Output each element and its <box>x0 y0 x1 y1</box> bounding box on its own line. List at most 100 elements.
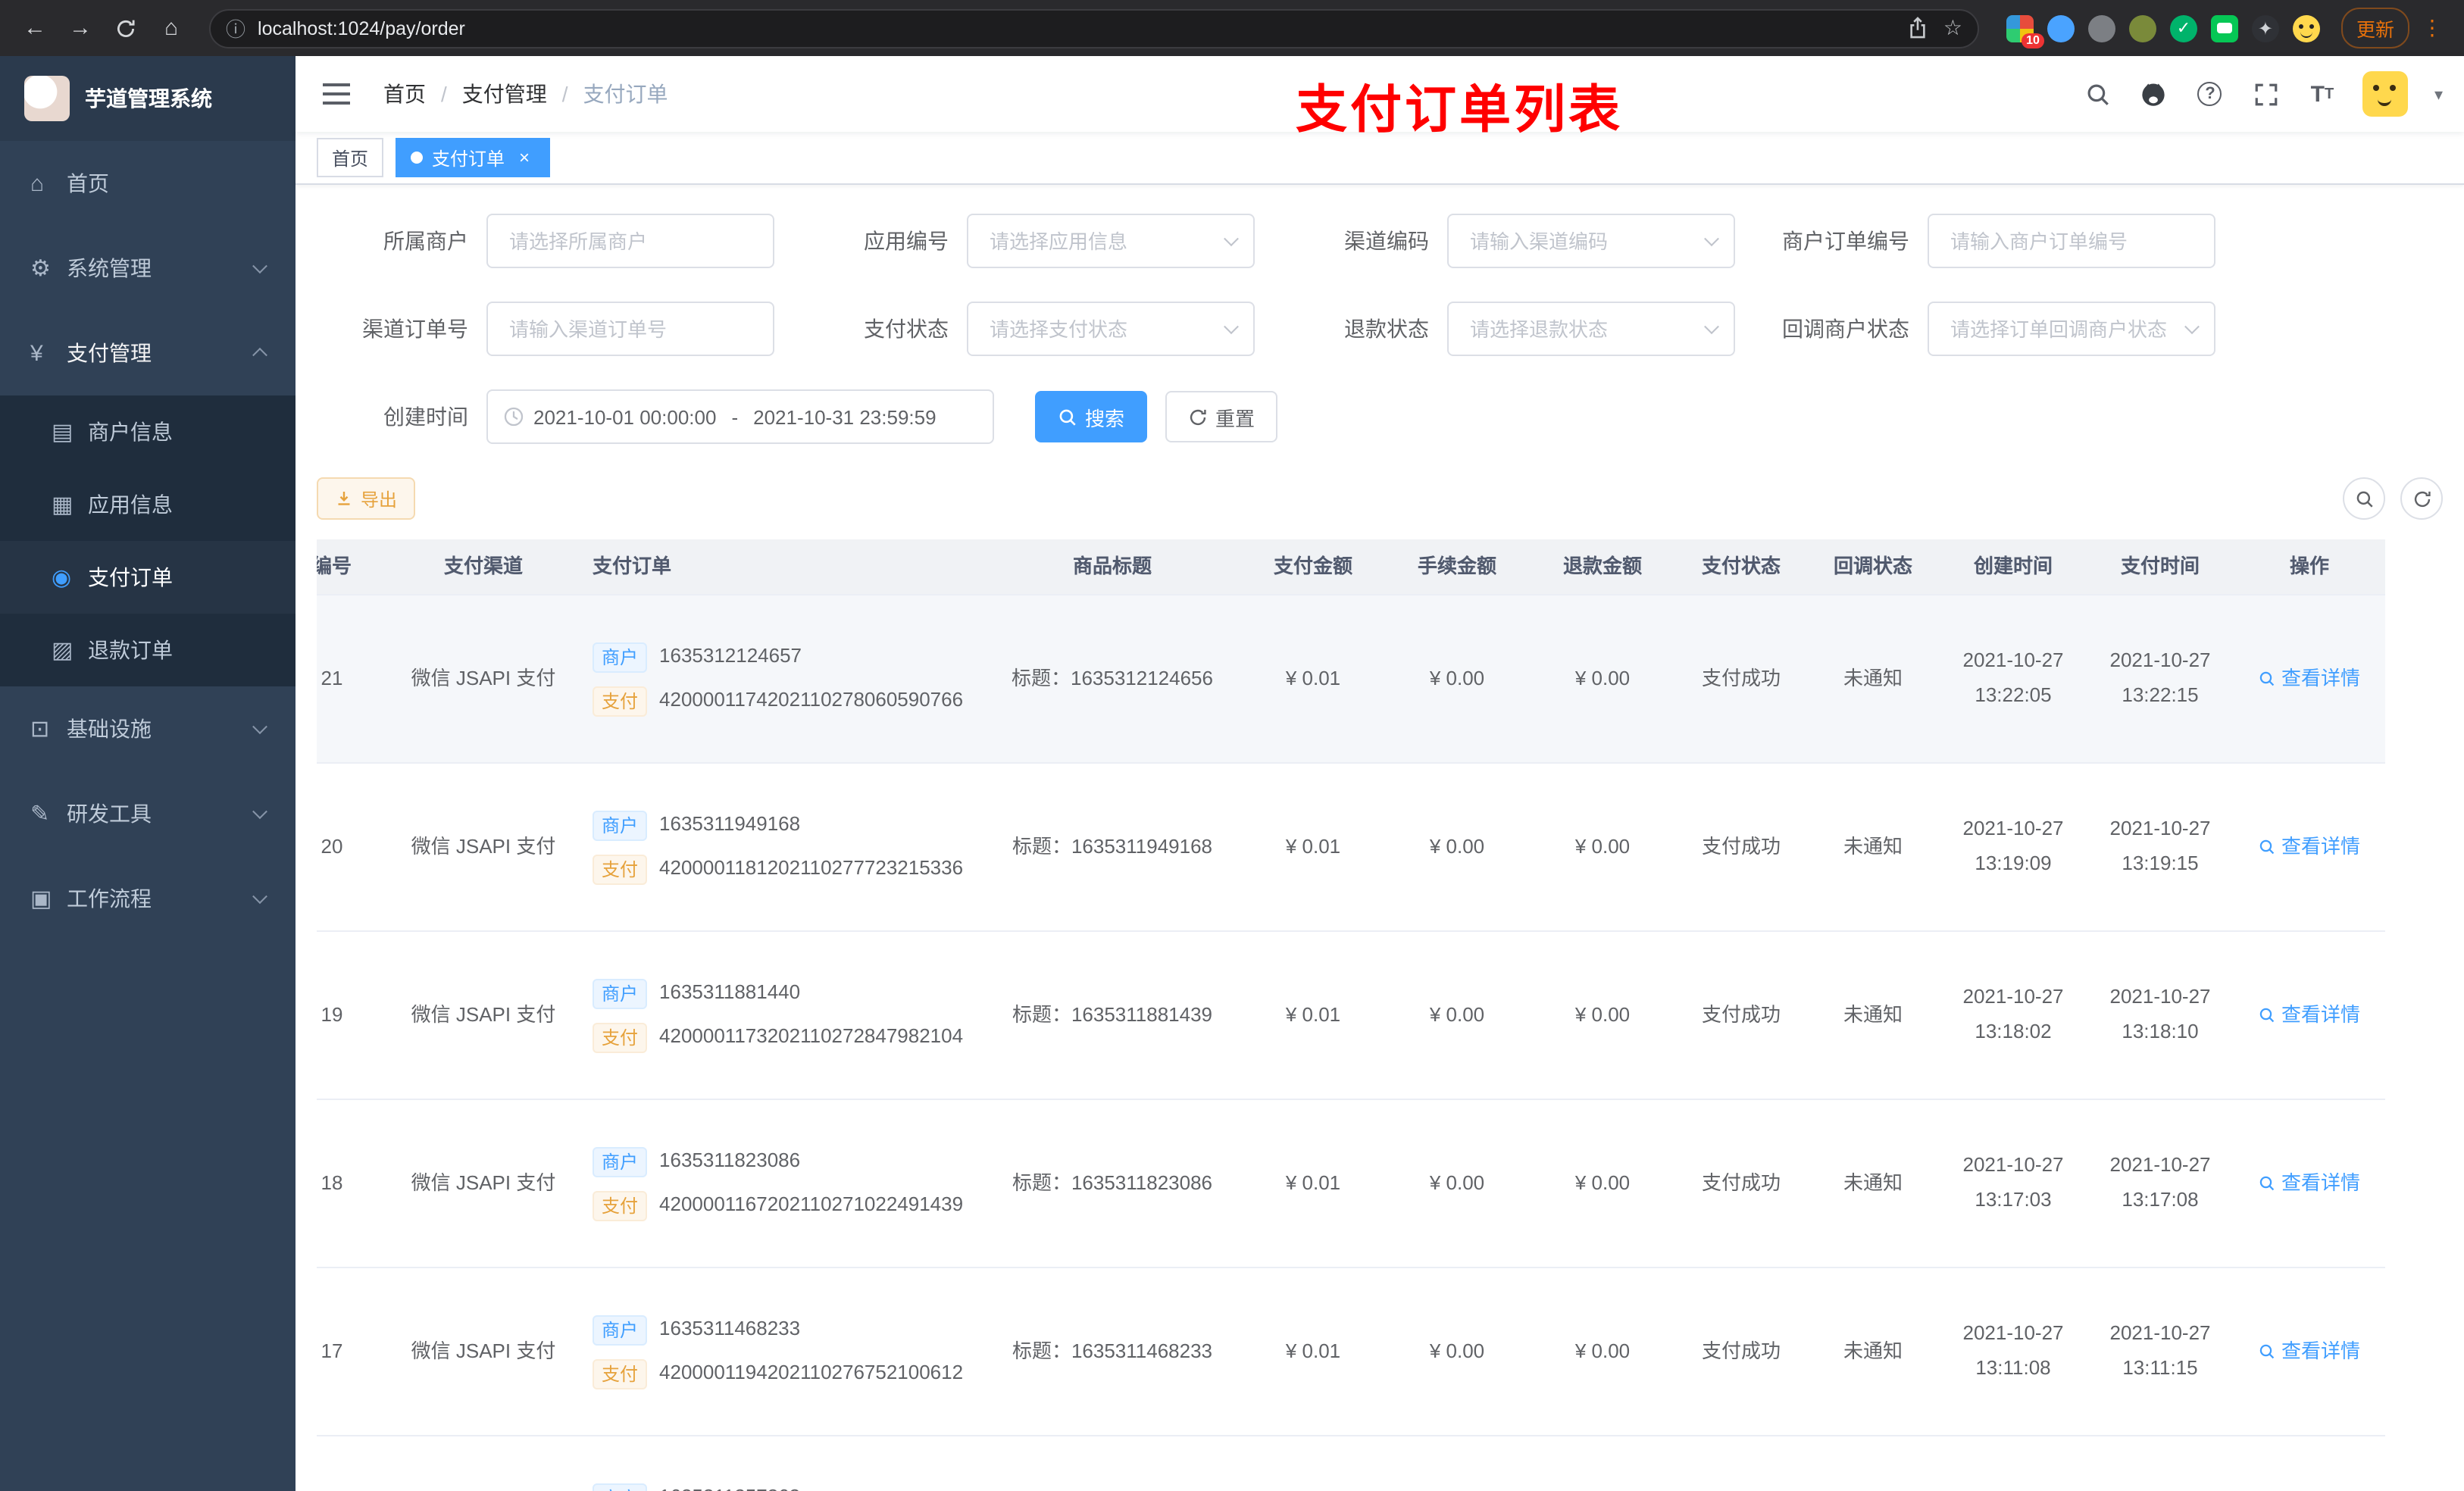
refresh-icon <box>2413 490 2430 507</box>
cell-amount: ¥ 0.01 <box>1285 1171 1341 1194</box>
cell-channel: 微信 JSAPI 支付 <box>411 1171 556 1194</box>
user-avatar[interactable] <box>2362 71 2409 117</box>
detail-link[interactable]: 查看详情 <box>2259 1001 2360 1030</box>
site-info-icon[interactable]: ⓘ <box>226 14 245 42</box>
merchant-order-no: 1635312124657 <box>659 644 802 667</box>
table-refresh-button[interactable] <box>2400 477 2443 520</box>
cell-status: 支付成功 <box>1701 1339 1781 1362</box>
sidebar-item-label: 应用信息 <box>88 492 173 517</box>
channel-order-no-input[interactable] <box>486 302 774 356</box>
tab-close-icon[interactable] <box>514 147 535 168</box>
sidebar-item-dev-tools[interactable]: ✎ 研发工具 <box>0 771 295 856</box>
filter-channel-order-no: 渠道订单号 <box>317 302 774 356</box>
sidebar-item-home[interactable]: ⌂ 首页 <box>0 141 295 226</box>
fullscreen-button[interactable] <box>2251 79 2281 109</box>
url-text[interactable]: localhost:1024/pay/order <box>258 17 1909 39</box>
search-button[interactable] <box>2083 79 2113 109</box>
merchant-order-no: 1635311949168 <box>659 812 801 836</box>
table-row[interactable]: 17 微信 JSAPI 支付 商户 1635311468233 支付 42000… <box>317 1268 2385 1436</box>
cell-create-time: 2021-10-27 13:18:02 <box>1962 985 2064 1042</box>
extension-drop-icon[interactable] <box>2047 14 2075 42</box>
menu-fold-button[interactable] <box>323 83 350 105</box>
cell-id: 18 <box>321 1171 343 1194</box>
export-button[interactable]: 导出 <box>317 477 416 520</box>
notify-status-select[interactable] <box>1928 302 2215 356</box>
filter-label: 退款状态 <box>1344 317 1429 341</box>
table-search-toggle-button[interactable] <box>2343 477 2385 520</box>
cell-pay-time: 2021-10-27 13:18:10 <box>2109 985 2211 1042</box>
cell-id: 17 <box>321 1339 343 1362</box>
date-range-input[interactable]: 2021-10-01 00:00:00 - 2021-10-31 23:59:5… <box>486 389 994 444</box>
home-button[interactable]: ⌂ <box>152 8 191 48</box>
pay-status-select[interactable] <box>967 302 1255 356</box>
cell-pay-time: 2021-10-27 13:17:08 <box>2109 1153 2211 1211</box>
extension-smiley-icon[interactable] <box>2292 14 2320 42</box>
data-table: 编号 支付渠道 支付订单 商品标题 支付金额 手续金额 退款金额 支付状态 回调… <box>317 539 2385 1491</box>
cell-title: 标题： 1635311823086 <box>1012 1171 1213 1194</box>
table-row[interactable]: 18 微信 JSAPI 支付 商户 1635311823086 支付 42000… <box>317 1100 2385 1268</box>
bookmark-star-icon[interactable]: ☆ <box>1943 15 1962 41</box>
yen-icon: ¥ <box>30 340 43 366</box>
cell-order: 商户 1635311823086 支付 42000011672021102710… <box>574 1100 983 1267</box>
detail-link[interactable]: 查看详情 <box>2259 833 2360 861</box>
browser-update-button[interactable]: 更新 <box>2340 8 2409 48</box>
merchant-order-no-input[interactable] <box>1928 214 2215 268</box>
detail-link[interactable]: 查看详情 <box>2259 664 2360 693</box>
search-icon <box>2356 490 2372 507</box>
date-end[interactable]: 2021-10-31 23:59:59 <box>753 405 936 428</box>
font-size-button[interactable]: TT <box>2307 79 2337 109</box>
sidebar-item-refund-order[interactable]: ▨ 退款订单 <box>0 614 295 686</box>
detail-link[interactable]: 查看详情 <box>2259 1169 2360 1198</box>
sidebar-item-system[interactable]: ⚙ 系统管理 <box>0 226 295 311</box>
table-header: 编号 支付渠道 支付订单 商品标题 支付金额 手续金额 退款金额 支付状态 回调… <box>317 539 2385 595</box>
filter-label: 创建时间 <box>383 405 468 429</box>
chevron-down-icon <box>252 258 267 274</box>
sidebar-item-workflow[interactable]: ▣ 工作流程 <box>0 856 295 941</box>
cell-amount: ¥ 0.01 <box>1285 1002 1341 1026</box>
share-icon[interactable] <box>1909 17 1928 39</box>
app-select[interactable] <box>967 214 1255 268</box>
sidebar-item-payment[interactable]: ¥ 支付管理 <box>0 311 295 395</box>
table-row[interactable]: 21 微信 JSAPI 支付 商户 1635312124657 支付 42000… <box>317 595 2385 764</box>
col-id: 编号 <box>317 554 352 577</box>
extension-circle-olive-icon[interactable] <box>2128 14 2156 42</box>
breadcrumb-item-home[interactable]: 首页 <box>383 79 426 109</box>
tab-pay-order[interactable]: 支付订单 <box>396 138 551 177</box>
cell-create-time: 2021-10-27 13:17:03 <box>1962 1153 2064 1211</box>
extension-check-icon[interactable] <box>2169 14 2197 42</box>
cell-actions: 查看详情 <box>2234 595 2385 762</box>
merchant-select[interactable] <box>486 214 774 268</box>
table-row[interactable]: 商户 1635311357363 支付 标题： <box>317 1436 2385 1491</box>
forward-button[interactable]: → <box>61 8 100 48</box>
search-submit-button[interactable]: 搜索 <box>1035 391 1148 442</box>
breadcrumb-item-pay-order: 支付订单 <box>583 82 668 106</box>
url-bar[interactable]: ⓘ localhost:1024/pay/order ☆ <box>209 8 1979 48</box>
reset-button[interactable]: 重置 <box>1165 391 1278 442</box>
extension-dots-icon[interactable]: 10 <box>2006 14 2044 48</box>
channel-code-select[interactable] <box>1447 214 1735 268</box>
date-start[interactable]: 2021-10-01 00:00:00 <box>533 405 716 428</box>
extension-circle-gray-icon[interactable] <box>2087 14 2115 42</box>
help-button[interactable] <box>2195 79 2225 109</box>
cell-amount: ¥ 0.01 <box>1285 834 1341 858</box>
sidebar-item-infrastructure[interactable]: ⊡ 基础设施 <box>0 686 295 771</box>
tab-home[interactable]: 首页 <box>317 138 384 177</box>
table-row[interactable]: 19 微信 JSAPI 支付 商户 1635311881440 支付 42000… <box>317 932 2385 1100</box>
extension-chat-icon[interactable] <box>2210 14 2238 42</box>
back-button[interactable]: ← <box>15 8 55 48</box>
avatar-caret-icon[interactable]: ▾ <box>2434 84 2443 104</box>
detail-link[interactable]: 查看详情 <box>2259 1337 2360 1366</box>
refund-status-select[interactable] <box>1447 302 1735 356</box>
browser-menu-icon[interactable]: ⋮ <box>2416 15 2449 41</box>
breadcrumb-item-payment[interactable]: 支付管理 <box>462 79 547 109</box>
reload-button[interactable] <box>106 8 145 48</box>
cell-status: 支付成功 <box>1701 666 1781 689</box>
sidebar-item-merchant-info[interactable]: ▤ 商户信息 <box>0 395 295 468</box>
sidebar-item-pay-order[interactable]: ◉ 支付订单 <box>0 541 295 614</box>
github-button[interactable] <box>2139 79 2169 109</box>
cell-fee: ¥ 0.00 <box>1429 666 1485 689</box>
sidebar: 芋道管理系统 ⌂ 首页 ⚙ 系统管理 ¥ 支付管理 ▤ 商户信息 ▦ 应用信息 … <box>0 56 295 1491</box>
table-row[interactable]: 20 微信 JSAPI 支付 商户 1635311949168 支付 42000… <box>317 764 2385 932</box>
sidebar-item-app-info[interactable]: ▦ 应用信息 <box>0 468 295 541</box>
extensions-pinwheel-icon[interactable] <box>2251 14 2279 42</box>
